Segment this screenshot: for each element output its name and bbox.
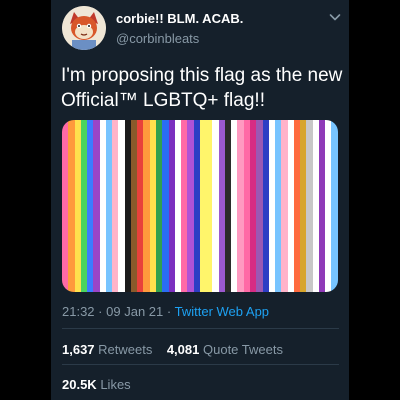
author-display-name[interactable]: corbie!! BLM. ACAB. (116, 11, 243, 26)
retweets-count: 1,637 (62, 342, 95, 357)
source-app-link[interactable]: Twitter Web App (175, 304, 269, 319)
tweet-date[interactable]: 09 Jan 21 (106, 304, 163, 319)
tweet-text-line: I'm proposing this flag as the new (61, 65, 343, 86)
author-avatar[interactable] (62, 6, 106, 50)
tweet-time: 21:32 (62, 304, 95, 319)
tweet-card: corbie!! BLM. ACAB. @corbinbleats I'm pr… (51, 0, 349, 400)
tweet-text: I'm proposing this flag as the new Offic… (61, 63, 346, 113)
meta-separator: · (166, 304, 172, 319)
flag-stripe (331, 120, 338, 292)
cartoon-avatar-icon (62, 6, 106, 50)
chevron-down-icon[interactable] (327, 9, 343, 25)
meta-separator: · (98, 304, 103, 319)
divider (62, 364, 339, 365)
divider (62, 328, 339, 329)
quotes-count: 4,081 (166, 342, 200, 357)
retweets-label: Retweets (98, 342, 153, 357)
likes-label: Likes (100, 377, 131, 392)
author-handle[interactable]: @corbinbleats (116, 31, 199, 46)
striped-pride-flag-image[interactable] (62, 120, 338, 292)
quote-tweets-stat[interactable]: 4,081 Quote Tweets (167, 342, 283, 357)
quotes-label: Quote Tweets (203, 342, 283, 357)
retweets-stat[interactable]: 1,637 Retweets (62, 342, 152, 357)
likes-count: 20.5K (62, 377, 97, 392)
tweet-text-line: Official™ LGBTQ+ flag!! (61, 90, 265, 111)
likes-stat[interactable]: 20.5K Likes (62, 377, 131, 392)
screen: corbie!! BLM. ACAB. @corbinbleats I'm pr… (0, 0, 400, 400)
tweet-meta: 21:32 · 09 Jan 21 · Twitter Web App (62, 304, 269, 319)
engagement-stats: 1,637 Retweets 4,081 Quote Tweets (62, 342, 283, 357)
